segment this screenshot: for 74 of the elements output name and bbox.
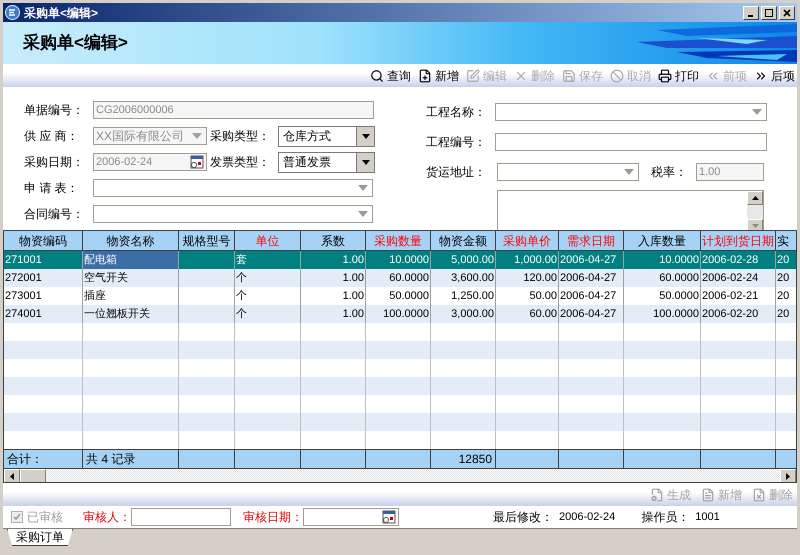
field-value: XX国际有限公司 [96,130,184,142]
select-field[interactable]: 普通发票 [278,152,375,172]
dropdown-arrow-icon[interactable] [362,134,370,138]
review-date-field[interactable] [303,508,399,526]
column-header[interactable]: 实 [776,231,796,251]
table-row[interactable]: 271001 配电箱 套 1.00 10.0000 5,000.00 1,000.00 2006-04-27 10.0000 2006-02-28 20 [4,251,796,269]
field-label: 单据编号： [24,103,84,117]
field-value: 普通发票 [283,156,331,168]
combo-field[interactable] [93,205,373,223]
scroll-up-icon[interactable] [752,196,758,200]
scroll-down-icon[interactable] [752,224,758,228]
horizontal-scrollbar[interactable] [4,468,796,482]
reviewer-field[interactable] [131,508,231,526]
scroll-thumb[interactable] [20,469,46,482]
total-text: 共 4 记录 [86,451,136,468]
select-field[interactable]: 仓库方式 [278,126,375,146]
sheet-tab[interactable]: 采购订单 [7,529,73,546]
review-date-label: 审核日期： [243,509,303,526]
maximize-icon[interactable] [765,8,773,16]
column-header[interactable]: 物资名称 [83,231,179,251]
checkbox-label: 已审核 [27,509,63,526]
field-label: 发票类型： [210,155,270,169]
column-header[interactable]: 物资金额 [431,231,496,251]
modified-label: 最后修改： [493,509,553,526]
modified-date: 2006-02-24 [559,510,616,525]
field-value: 仓库方式 [283,130,331,142]
app-logo-icon [5,5,20,20]
field-label: 采购日期： [24,155,84,169]
operator-label: 操作员： [641,509,690,526]
dropdown-arrow-icon[interactable] [362,160,370,164]
column-header[interactable]: 规格型号 [179,231,235,251]
text-field[interactable] [495,133,767,151]
field-value: 2006-02-24 [96,156,152,168]
field-label: 货运地址： [426,165,486,179]
column-header[interactable]: 系数 [301,231,366,251]
scroll-right-icon[interactable] [786,473,790,480]
operator-value: 1001 [695,510,720,525]
field-label: 供 应 商： [24,129,79,143]
column-header[interactable]: 物资编码 [4,231,83,251]
toolbar-icon[interactable] [418,68,432,82]
toolbar-button[interactable]: 后项 [754,66,795,84]
toolbar-icon[interactable] [658,68,672,82]
page-title: 采购单<编辑> [23,32,128,54]
total-text: 合计： [7,451,43,468]
window-title: 采购单<编辑> [24,4,98,22]
table-row[interactable]: 274001 一位翘板开关 个 1.00 100.0000 3,000.00 60.00 2006-04-27 100.0000 2006-02-20 20 [4,305,796,323]
field-label: 合同编号： [24,207,84,221]
column-header[interactable]: 入库数量 [624,231,701,251]
maximize-button[interactable] [761,6,777,20]
toolbar-button[interactable]: 新增 [418,66,459,84]
field-value: CG2006000006 [96,104,174,116]
reviewer-label: 审核人： [83,509,131,526]
field-value: 1.00 [699,166,720,178]
minimize-button[interactable] [743,6,759,20]
table-cell: 配电箱 [83,251,179,269]
toolbar-icon[interactable] [370,68,384,82]
toolbar-button[interactable]: 查询 [370,66,411,84]
combo-field[interactable] [497,163,639,181]
field-label: 税率： [651,165,687,179]
calendar-icon[interactable] [382,510,396,524]
field-label: 工程编号： [426,135,486,149]
combo-field[interactable] [495,103,767,121]
close-button[interactable] [779,6,795,20]
scrollbar[interactable] [747,191,763,233]
table-row[interactable]: 272001 空气开关 个 1.00 60.0000 3,600.00 120.00 2006-04-27 60.0000 2006-02-24 20 [4,269,796,287]
field-label: 申 请 表： [24,181,79,195]
combo-field[interactable] [93,179,373,197]
total-text: 12850 [458,451,492,468]
field-label: 工程名称： [426,105,486,119]
checkmark-icon [13,513,21,521]
close-icon[interactable] [783,8,791,16]
scroll-left-icon[interactable] [10,473,14,480]
toolbar-button[interactable]: 打印 [658,66,699,84]
field-label: 采购类型： [210,129,270,143]
